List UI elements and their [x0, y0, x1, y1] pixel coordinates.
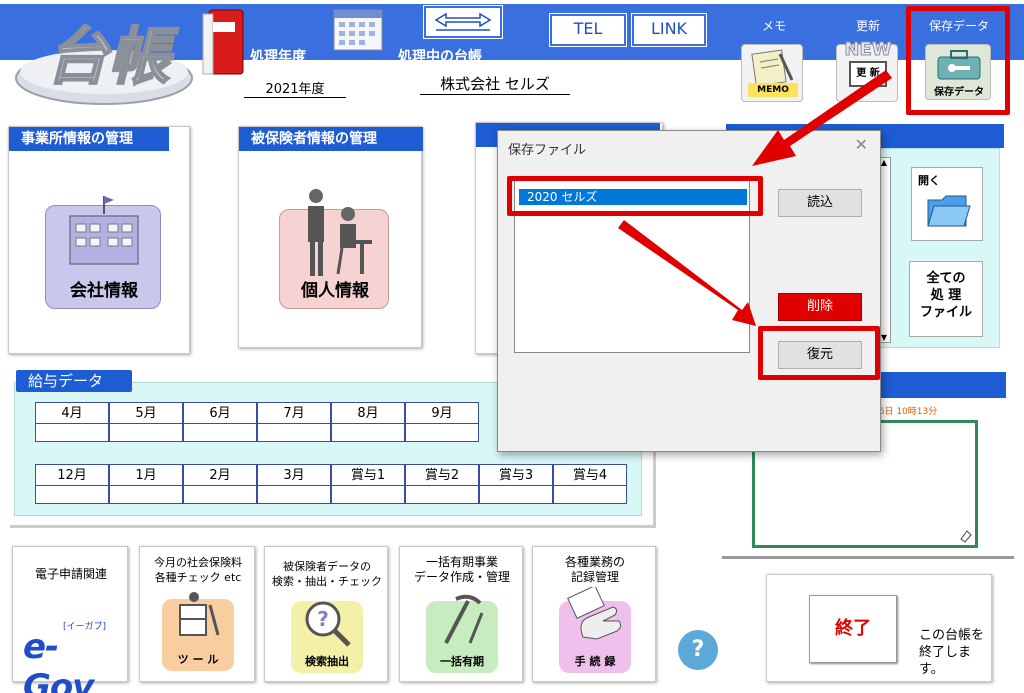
memo-area-title: [860, 372, 1006, 398]
personal-info-button[interactable]: 個人情報: [279, 189, 389, 309]
month-value-cell[interactable]: [553, 486, 627, 504]
annotation-arrows: [618, 70, 892, 326]
saved-data-highlight: [906, 6, 1010, 115]
help-icon[interactable]: ?: [678, 630, 718, 670]
search-tile-text: 被保険者データの 検索・抽出・チェック: [272, 560, 382, 588]
bulk-term-icon: 一括有期: [426, 594, 498, 673]
month-value-cell[interactable]: [331, 424, 405, 442]
month-cell[interactable]: 9月: [405, 402, 479, 424]
bulk-term-tile-text: 一括有期事業 データ作成・管理: [413, 555, 510, 584]
tel-button[interactable]: TEL: [549, 13, 627, 47]
fiscal-year-label: 処理年度: [250, 49, 306, 65]
bulk-term-tile[interactable]: 一括有期事業 データ作成・管理 一括有期: [399, 546, 523, 682]
search-icon-text: 検索抽出: [305, 655, 349, 668]
hand-card-icon: [567, 587, 622, 640]
switch-ledger-button[interactable]: [423, 5, 503, 39]
tools-tile-text: 今月の社会保険料 各種チェック etc: [154, 556, 242, 584]
month-cell[interactable]: 4月: [35, 402, 109, 424]
month-cell[interactable]: 賞与4: [553, 464, 627, 486]
month-cell[interactable]: 1月: [109, 464, 183, 486]
memo-label: メモ: [761, 19, 786, 33]
egov-tile[interactable]: 電子申請関連 [イーガブ] e-Gov: [12, 546, 128, 693]
svg-text:?: ?: [317, 607, 329, 631]
double-arrow-icon: [434, 12, 492, 31]
payroll-title: 給与データ: [16, 370, 132, 392]
month-cell[interactable]: 8月: [331, 402, 405, 424]
month-cell[interactable]: 12月: [35, 464, 109, 486]
month-value-cell[interactable]: [183, 486, 257, 504]
month-cell[interactable]: 賞与3: [479, 464, 553, 486]
building-icon: [69, 196, 139, 265]
month-value-cell[interactable]: [183, 424, 257, 442]
personal-info-label: 個人情報: [301, 281, 369, 301]
open-button[interactable]: 開く: [911, 167, 983, 241]
tools-icon: ツ ー ル: [162, 592, 234, 671]
month-cell[interactable]: 3月: [257, 464, 331, 486]
tools-tile[interactable]: 今月の社会保険料 各種チェック etc ツ ー ル: [139, 546, 255, 682]
insured-section-title: 被保険者情報の管理: [239, 127, 423, 151]
month-value-cell[interactable]: [257, 424, 331, 442]
month-value-cell[interactable]: [109, 424, 183, 442]
month-value-cell[interactable]: [109, 486, 183, 504]
exit-panel: 終了 この台帳を 終了します。: [766, 574, 992, 682]
tools-icon-text: ツ ー ル: [177, 653, 219, 666]
people-icon: [308, 189, 372, 276]
insured-panel: 被保険者情報の管理 個人情報: [238, 126, 423, 348]
office-panel: 事業所情報の管理 会社情報: [8, 126, 190, 354]
company-info-button[interactable]: 会社情報: [45, 196, 161, 309]
folder-icon: [927, 195, 971, 227]
current-ledger-value: 株式会社 セルズ: [420, 73, 570, 95]
pickaxe-icon: [444, 594, 484, 644]
update-label: 更新: [855, 19, 880, 33]
month-value-cell[interactable]: [35, 486, 109, 504]
logo-text: 台帳: [46, 20, 179, 93]
month-value-cell[interactable]: [479, 486, 553, 504]
month-cell[interactable]: 賞与2: [405, 464, 479, 486]
month-value-cell[interactable]: [405, 424, 479, 442]
binder-icon: [202, 9, 244, 75]
company-info-label: 会社情報: [70, 281, 138, 301]
month-value-cell[interactable]: [405, 486, 479, 504]
month-value-cell[interactable]: [257, 486, 331, 504]
records-icon: 手 続 録: [559, 587, 631, 673]
current-ledger-label: 処理中の台帳: [398, 49, 482, 65]
records-icon-text: 手 続 録: [574, 655, 616, 668]
all-files-button[interactable]: 全ての 処 理 ファイル: [909, 261, 983, 337]
month-value-cell[interactable]: [331, 486, 405, 504]
office-section-title: 事業所情報の管理: [9, 127, 169, 151]
eraser-icon[interactable]: [959, 529, 973, 543]
calendar-icon[interactable]: [330, 6, 386, 54]
memo-timestamp: 月16日 10時13分: [864, 407, 938, 417]
month-value-cell[interactable]: [35, 424, 109, 442]
month-cell[interactable]: 5月: [109, 402, 183, 424]
records-tile[interactable]: 各種業務の 記録管理 手 続 録: [532, 546, 656, 682]
divider: [722, 556, 1014, 559]
link-button[interactable]: LINK: [631, 13, 707, 47]
bulk-term-icon-text: 一括有期: [440, 655, 484, 668]
exit-description: この台帳を 終了します。: [919, 628, 985, 677]
fiscal-year-value: 2021年度: [244, 78, 346, 98]
exit-button[interactable]: 終了: [809, 595, 897, 663]
month-cell[interactable]: 7月: [257, 402, 331, 424]
new-badge: NEW: [844, 39, 892, 61]
month-cell[interactable]: 2月: [183, 464, 257, 486]
month-cell[interactable]: 賞与1: [331, 464, 405, 486]
worker-icon: [179, 592, 220, 636]
egov-tile-text: 電子申請関連: [34, 567, 107, 581]
search-tile[interactable]: 被保険者データの 検索・抽出・チェック ? 検索抽出: [264, 546, 388, 682]
search-extract-icon: ? 検索抽出: [291, 601, 363, 673]
egov-logo: e-Gov: [23, 627, 94, 693]
month-cell[interactable]: 6月: [183, 402, 257, 424]
daicho-logo: 台帳: [15, 19, 193, 105]
magnifier-icon: ?: [305, 601, 351, 647]
open-label: 開く: [918, 174, 940, 187]
dialog-title: 保存ファイル: [508, 143, 587, 158]
records-tile-text: 各種業務の 記録管理: [564, 555, 625, 584]
